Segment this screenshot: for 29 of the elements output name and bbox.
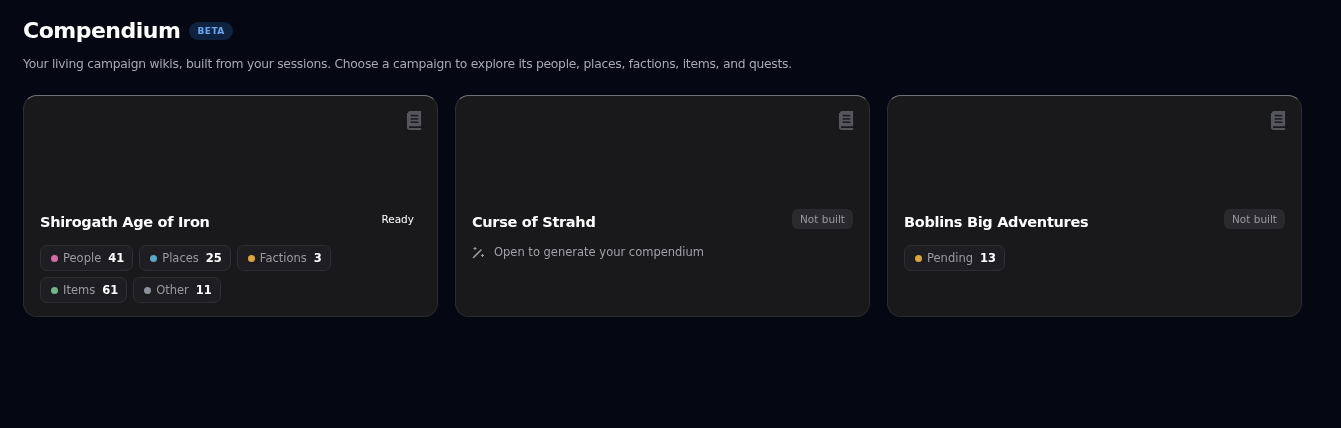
book-icon — [406, 111, 423, 130]
page-subtitle: Your living campaign wikis, built from your sessions. Choose a campaign to explore its people, places, factions, items, and quests. — [23, 57, 793, 71]
status-badge: Not built — [1224, 209, 1285, 229]
category-label: Pending — [927, 251, 973, 265]
hint-text: Open to generate your compendium — [494, 245, 705, 259]
campaign-title: Boblins Big Adventures — [904, 214, 1089, 230]
category-count: 3 — [313, 251, 322, 265]
category-label: Items — [63, 283, 96, 297]
category-count: 13 — [980, 251, 996, 265]
campaign-title: Shirogath Age of Iron — [40, 214, 210, 230]
campaign-card[interactable]: Curse of Strahd Not built Open to generate your compendium — [455, 95, 870, 317]
book-icon — [838, 111, 855, 130]
campaign-title: Curse of Strahd — [472, 214, 596, 230]
category-label: Factions — [259, 251, 307, 265]
beta-badge: BETA — [189, 21, 233, 40]
category-count: 25 — [205, 251, 222, 265]
campaign-card[interactable]: Boblins Big Adventures Not built Pending 13 — [887, 95, 1302, 317]
status-badge: Not built — [792, 209, 853, 229]
category-label: Places — [162, 251, 199, 265]
book-icon — [1270, 111, 1287, 130]
category-count: 61 — [102, 283, 119, 297]
category-label: People — [63, 251, 102, 265]
page-title: Compendium — [23, 18, 181, 43]
status-label: Ready — [381, 213, 414, 225]
category-count: 11 — [195, 283, 212, 297]
category-label: Other — [156, 283, 189, 297]
category-count: 41 — [108, 251, 125, 265]
magic-wand-icon — [472, 245, 485, 259]
campaign-card[interactable]: Shirogath Age of Iron Ready People 41 Places 25 Factions 3 Items 61 Other 11 — [23, 95, 438, 317]
